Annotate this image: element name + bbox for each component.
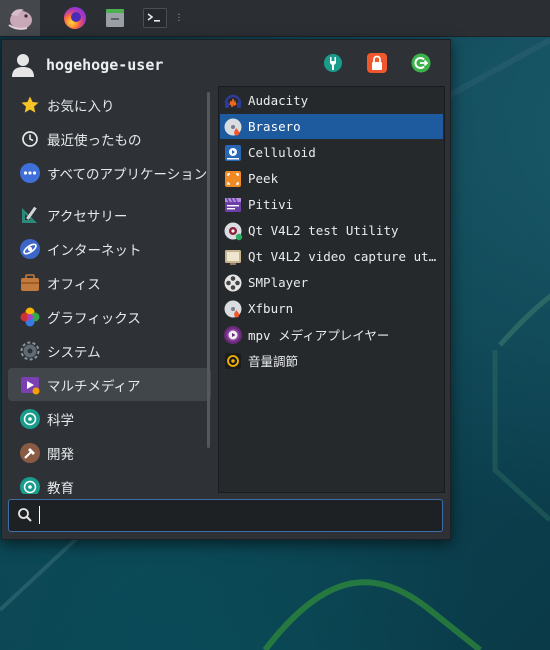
avatar bbox=[12, 54, 34, 77]
category-development[interactable]: 開発 bbox=[8, 436, 211, 469]
app-label: Qt V4L2 video capture uti… bbox=[248, 249, 440, 264]
panel-launcher-file-manager[interactable] bbox=[98, 0, 132, 36]
lock-screen-icon bbox=[367, 53, 387, 73]
category-graphics[interactable]: グラフィックス bbox=[8, 300, 211, 333]
category-label: オフィス bbox=[47, 276, 101, 293]
science-icon bbox=[19, 408, 41, 430]
search-icon bbox=[18, 508, 32, 522]
app-label: Brasero bbox=[248, 119, 301, 134]
app-item-peek[interactable]: Peek bbox=[220, 166, 443, 191]
app-item-xfburn[interactable]: Xfburn bbox=[220, 296, 443, 321]
app-item-volume-control[interactable]: 音量調節 bbox=[220, 348, 443, 373]
category-label: お気に入り bbox=[47, 98, 115, 115]
volume-control-icon bbox=[223, 351, 243, 371]
app-label: Pitivi bbox=[248, 197, 294, 212]
search-box bbox=[8, 499, 443, 532]
graphics-icon bbox=[19, 306, 41, 328]
app-item-pitivi[interactable]: Pitivi bbox=[220, 192, 443, 217]
brasero-icon bbox=[223, 117, 243, 137]
category-accessories[interactable]: アクセサリー bbox=[8, 198, 211, 231]
category-all-applications[interactable]: すべてのアプリケーション bbox=[8, 156, 211, 189]
app-label: SMPlayer bbox=[248, 275, 309, 290]
search-input[interactable] bbox=[39, 504, 438, 528]
qvidcap-icon bbox=[223, 247, 243, 267]
category-label: アクセサリー bbox=[47, 208, 128, 225]
category-label: インターネット bbox=[47, 242, 142, 259]
category-recent[interactable]: 最近使ったもの bbox=[8, 122, 211, 155]
app-label: Celluloid bbox=[248, 145, 316, 160]
category-label: グラフィックス bbox=[47, 310, 141, 327]
qv4l2-icon bbox=[223, 221, 243, 241]
category-label: 科学 bbox=[47, 412, 74, 429]
log-out-icon bbox=[411, 53, 431, 73]
settings-manager-icon bbox=[324, 54, 342, 72]
pitivi-icon bbox=[223, 195, 243, 215]
panel-separator-handle[interactable]: · · · bbox=[174, 10, 184, 26]
log-out-button[interactable] bbox=[410, 52, 432, 74]
category-label: すべてのアプリケーション bbox=[47, 166, 208, 183]
development-icon bbox=[19, 442, 41, 464]
category-scrollbar[interactable] bbox=[207, 92, 210, 448]
lock-screen-button[interactable] bbox=[366, 52, 388, 74]
category-label: 教育 bbox=[47, 480, 74, 495]
xfce-mouse-icon bbox=[8, 9, 32, 30]
category-multimedia[interactable]: マルチメディア bbox=[8, 368, 211, 401]
app-item-brasero[interactable]: Brasero bbox=[220, 114, 443, 139]
app-item-audacity[interactable]: Audacity bbox=[220, 88, 443, 113]
app-label: Peek bbox=[248, 171, 279, 186]
celluloid-icon bbox=[223, 143, 243, 163]
category-favorites[interactable]: お気に入り bbox=[8, 88, 211, 121]
whisker-menu-button[interactable] bbox=[0, 0, 40, 36]
app-label: Qt V4L2 test Utility bbox=[248, 223, 399, 238]
category-education[interactable]: 教育 bbox=[8, 470, 211, 494]
app-item-smplayer[interactable]: SMPlayer bbox=[220, 270, 443, 295]
mpv-icon bbox=[223, 325, 243, 345]
smplayer-icon bbox=[223, 273, 243, 293]
office-icon bbox=[19, 272, 41, 294]
clock-icon bbox=[19, 128, 41, 150]
whisker-menu: hogehoge-user お気に入り 最近使ったもの すべてのアプリケーション… bbox=[1, 39, 451, 540]
system-icon bbox=[19, 340, 41, 362]
education-icon bbox=[19, 476, 41, 494]
firefox-icon bbox=[64, 7, 86, 29]
app-item-mpv[interactable]: mpv メディアプレイヤー bbox=[220, 322, 443, 347]
top-panel: · · · bbox=[0, 0, 550, 37]
audacity-icon bbox=[223, 91, 243, 111]
category-system[interactable]: システム bbox=[8, 334, 211, 367]
app-label: Audacity bbox=[248, 93, 309, 108]
multimedia-icon bbox=[19, 374, 41, 396]
terminal-icon bbox=[143, 8, 167, 28]
category-internet[interactable]: インターネット bbox=[8, 232, 211, 265]
internet-icon bbox=[19, 238, 41, 260]
panel-launcher-firefox[interactable] bbox=[58, 0, 92, 36]
panel-launcher-terminal[interactable] bbox=[138, 0, 172, 36]
application-list: Audacity Brasero Celluloid Peek Pitivi Q… bbox=[218, 86, 445, 493]
category-label: システム bbox=[47, 344, 101, 361]
peek-icon bbox=[223, 169, 243, 189]
app-item-qt-v4l2-test-utility[interactable]: Qt V4L2 test Utility bbox=[220, 218, 443, 243]
user-header: hogehoge-user bbox=[2, 40, 450, 88]
app-label: 音量調節 bbox=[248, 354, 299, 369]
file-manager-icon bbox=[106, 9, 124, 27]
user-name: hogehoge-user bbox=[46, 56, 164, 74]
app-label: Xfburn bbox=[248, 301, 294, 316]
category-label: 最近使ったもの bbox=[47, 132, 142, 149]
category-science[interactable]: 科学 bbox=[8, 402, 211, 435]
all-apps-icon bbox=[19, 162, 41, 184]
category-label: 開発 bbox=[47, 446, 74, 463]
accessories-icon bbox=[19, 204, 41, 226]
text-cursor bbox=[39, 506, 40, 524]
settings-manager-button[interactable] bbox=[322, 52, 344, 74]
app-item-qt-v4l2-video-capture[interactable]: Qt V4L2 video capture uti… bbox=[220, 244, 443, 269]
app-item-celluloid[interactable]: Celluloid bbox=[220, 140, 443, 165]
category-label: マルチメディア bbox=[47, 378, 141, 395]
star-icon bbox=[19, 94, 41, 116]
xfburn-icon bbox=[223, 299, 243, 319]
category-office[interactable]: オフィス bbox=[8, 266, 211, 299]
app-label: mpv メディアプレイヤー bbox=[248, 328, 390, 343]
category-list: お気に入り 最近使ったもの すべてのアプリケーション アクセサリー インターネッ… bbox=[7, 88, 214, 494]
